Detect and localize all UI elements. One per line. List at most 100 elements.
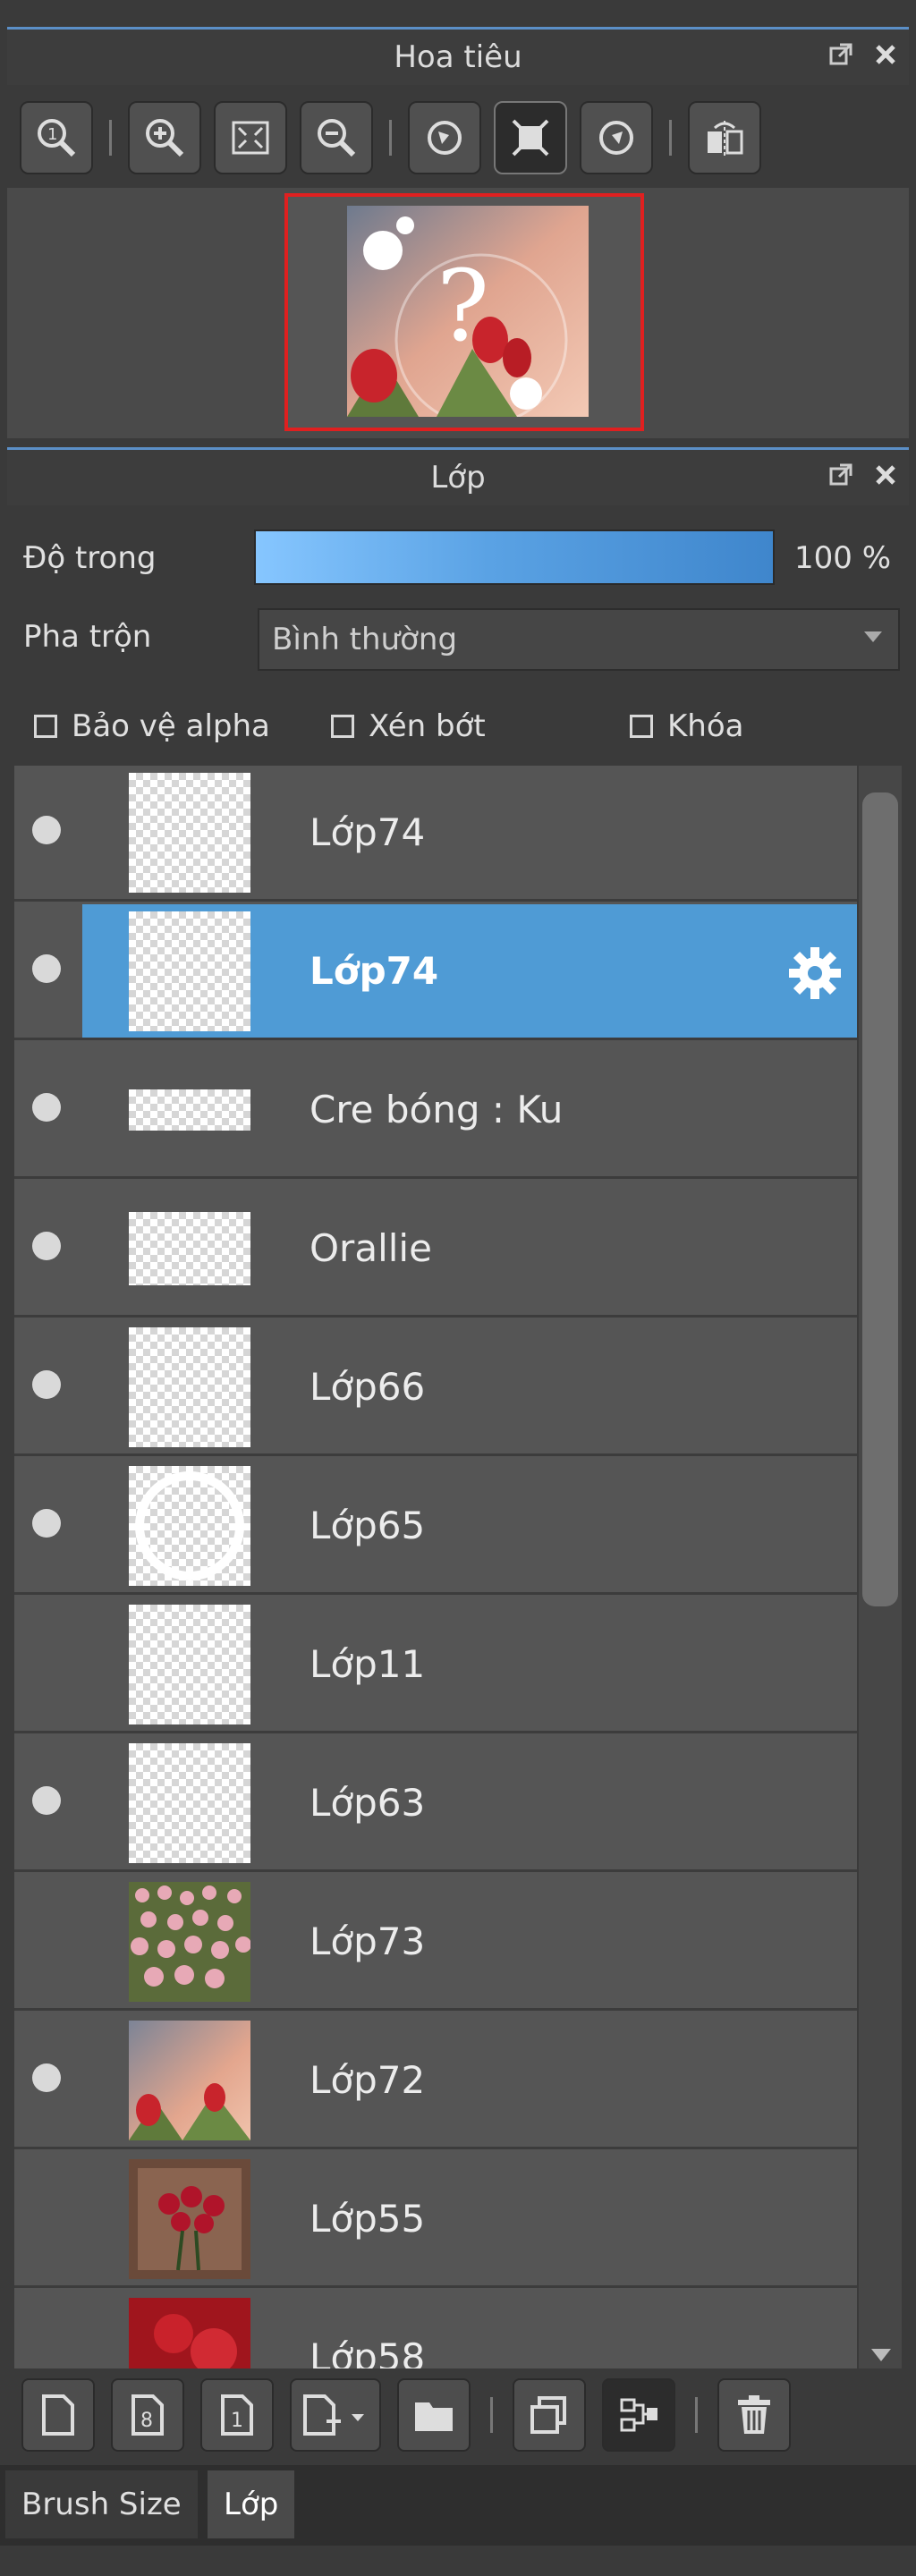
clipping-label: Xén bớt (369, 708, 486, 744)
layer-name: Lớp11 (310, 1642, 426, 1686)
layer-thumbnail (129, 2298, 250, 2368)
reset-view-icon[interactable] (494, 101, 567, 174)
panel-tab-bar: Brush Size Lớp (0, 2465, 916, 2546)
blend-mode-select[interactable]: Bình thường (258, 608, 900, 671)
layer-row[interactable]: Lớp11 (14, 1597, 857, 1733)
layer-thumbnail (129, 1605, 250, 1724)
layer-row[interactable]: Lớp72 (14, 2013, 857, 2149)
protect-alpha-checkbox[interactable]: Bảo vệ alpha (34, 708, 270, 744)
duplicate-layer-icon[interactable] (513, 2378, 586, 2452)
eye-icon[interactable] (32, 1509, 61, 1538)
toolbar-separator (389, 120, 392, 156)
zoom-actual-icon[interactable]: 1 (20, 101, 93, 174)
flip-horizontal-icon[interactable] (688, 101, 761, 174)
layers-title: Lớp (430, 460, 486, 496)
layer-name: Lớp66 (310, 1365, 426, 1409)
navigator-title: Hoa tiêu (394, 39, 522, 75)
navigator-viewport-frame[interactable]: ? (284, 193, 644, 431)
eye-icon[interactable] (32, 2063, 61, 2092)
layer-row[interactable]: Lớp73 (14, 1875, 857, 2011)
popout-icon[interactable] (827, 461, 855, 489)
checkbox-box[interactable] (331, 715, 354, 738)
layer-thumbnail (129, 1327, 250, 1447)
eye-icon[interactable] (32, 816, 61, 844)
lock-label: Khóa (667, 708, 744, 744)
rotate-right-icon[interactable] (580, 101, 653, 174)
eye-icon[interactable] (32, 1370, 61, 1399)
opacity-slider[interactable] (254, 530, 775, 585)
layer-thumbnail (129, 1212, 250, 1285)
toolbar-separator (109, 120, 112, 156)
layer-thumbnail (129, 1089, 250, 1131)
layers-header: Lớp (7, 447, 909, 505)
blend-mode-label: Pha trộn (23, 619, 152, 655)
layer-row[interactable]: Cre bóng : Ku (14, 1043, 857, 1179)
new-layer-icon[interactable] (21, 2378, 95, 2452)
layer-actions-toolbar: 8 1 (7, 2372, 909, 2458)
new-1bit-layer-icon[interactable]: 1 (200, 2378, 274, 2452)
layer-name: Lớp58 (310, 2335, 426, 2368)
popout-icon[interactable] (827, 40, 855, 69)
navigator-canvas-thumbnail: ? (347, 206, 589, 417)
layer-row[interactable]: Lớp66 (14, 1320, 857, 1456)
checkbox-box[interactable] (34, 715, 57, 738)
layer-name: Lớp63 (310, 1781, 426, 1825)
scrollbar-thumb[interactable] (862, 792, 898, 1606)
layer-list-scrollbar[interactable] (859, 766, 902, 2368)
tab-layers[interactable]: Lớp (208, 2470, 295, 2538)
checkbox-box[interactable] (630, 715, 653, 738)
tab-label: Lớp (224, 2487, 279, 2522)
layer-list: Lớp74 Lớp74 Cre bóng: Ku Orallie Lớp66 … (14, 766, 857, 2368)
navigator-toolbar: 1 (7, 89, 909, 186)
layer-row[interactable]: Lớp55 (14, 2152, 857, 2288)
layer-thumbnail (129, 2159, 250, 2279)
layer-row[interactable]: Orallie (14, 1182, 857, 1318)
layer-row[interactable]: Lớp65 (14, 1459, 857, 1595)
toolbar-separator (669, 120, 672, 156)
add-layer-dropdown-icon[interactable] (290, 2378, 381, 2452)
chevron-down-icon (864, 631, 882, 642)
layer-name: Orallie (310, 1226, 432, 1270)
toolbar-separator (490, 2397, 493, 2433)
eye-icon[interactable] (32, 954, 61, 983)
layer-row[interactable]: Lớp74 (14, 766, 857, 902)
layer-thumbnail (129, 1882, 250, 2002)
fit-screen-icon[interactable] (214, 101, 287, 174)
layer-row[interactable]: Lớp63 (14, 1736, 857, 1872)
layer-name: Lớp73 (310, 1919, 426, 1963)
layer-row[interactable]: Lớp58 (14, 2291, 857, 2368)
layer-thumbnail (129, 1466, 250, 1586)
eye-icon[interactable] (32, 1093, 61, 1122)
svg-text:1: 1 (231, 2410, 243, 2432)
tab-label: Brush Size (21, 2487, 182, 2522)
tab-brush-size[interactable]: Brush Size (5, 2470, 198, 2538)
rotate-left-icon[interactable] (408, 101, 481, 174)
trash-icon[interactable] (717, 2378, 791, 2452)
layer-name: Lớp55 (310, 2197, 426, 2241)
zoom-out-icon[interactable] (300, 101, 373, 174)
layer-thumbnail (129, 911, 250, 1031)
eye-icon[interactable] (32, 1232, 61, 1260)
layer-thumbnail (129, 1743, 250, 1863)
navigator-preview-area[interactable]: ? (7, 188, 909, 438)
scroll-down-arrow-icon[interactable] (871, 2349, 891, 2361)
new-8bit-layer-icon[interactable]: 8 (111, 2378, 184, 2452)
svg-text:1: 1 (47, 125, 57, 144)
clipping-checkbox[interactable]: Xén bớt (331, 708, 486, 744)
blend-mode-value: Bình thường (272, 622, 458, 657)
close-icon[interactable] (871, 40, 900, 69)
zoom-in-icon[interactable] (128, 101, 201, 174)
layer-name: Cre bóng : Ku (310, 1088, 564, 1131)
opacity-label: Độ trong (23, 540, 157, 576)
eye-icon[interactable] (32, 1786, 61, 1815)
folder-icon[interactable] (397, 2378, 471, 2452)
lock-checkbox[interactable]: Khóa (630, 708, 743, 744)
protect-alpha-label: Bảo vệ alpha (72, 708, 270, 744)
close-icon[interactable] (871, 461, 900, 489)
layer-name: Lớp72 (310, 2058, 426, 2102)
layer-thumbnail (129, 2021, 250, 2140)
layer-row[interactable]: Lớp74 (14, 904, 857, 1040)
gear-icon[interactable] (785, 944, 844, 1003)
svg-text:8: 8 (140, 2410, 153, 2432)
merge-layer-icon[interactable] (602, 2378, 675, 2452)
